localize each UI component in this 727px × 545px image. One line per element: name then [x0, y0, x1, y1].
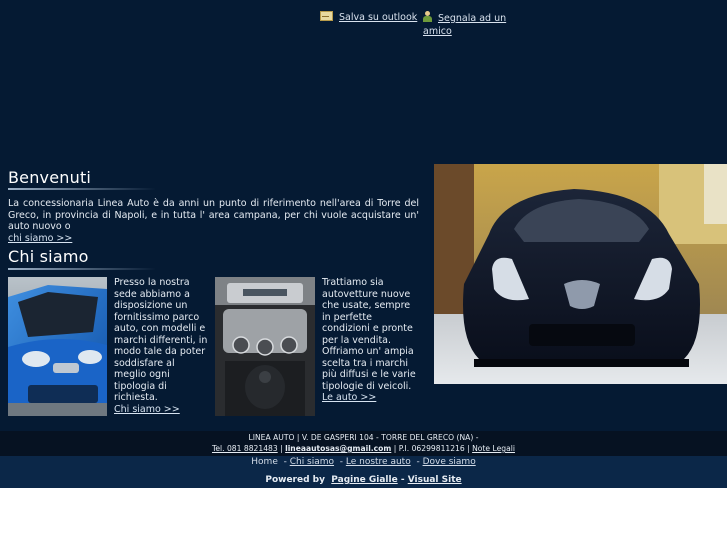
footer-separator: | — [277, 444, 286, 453]
welcome-text: La concessionaria Linea Auto è da anni u… — [8, 198, 419, 232]
welcome-chi-siamo-link[interactable]: chi siamo >> — [8, 233, 72, 244]
save-outlook-link[interactable]: Salva su outlook — [320, 11, 417, 24]
nav-links: Home - Chi siamo - Le nostre auto - Dove… — [251, 457, 476, 467]
powered-by-dash: - — [397, 475, 408, 485]
about-col2-text-2: Offriamo un' ampia scelta tra i marchi p… — [322, 346, 416, 392]
envelope-icon — [320, 11, 333, 21]
nav-le-nostre-auto[interactable]: Le nostre auto — [346, 457, 411, 467]
person-icon — [423, 11, 432, 22]
blue-car-illustration — [8, 277, 107, 416]
featured-car-photo — [434, 164, 727, 384]
about-col2-text-1: Trattiamo sia autovetture nuove che usat… — [322, 277, 413, 346]
interior-illustration — [215, 277, 315, 416]
about-col2-block: Trattiamo sia autovetture nuove che usat… — [322, 277, 418, 404]
welcome-text-block: La concessionaria Linea Auto è da anni u… — [8, 198, 419, 244]
welcome-title-rule — [8, 188, 156, 190]
save-outlook-label[interactable]: Salva su outlook — [339, 12, 417, 23]
footer-email-link[interactable]: lineaautosas@gmail.com — [285, 444, 391, 453]
footer-info: LINEA AUTO | V. DE GASPERI 104 - TORRE D… — [0, 431, 727, 457]
about-title: Chi siamo — [8, 247, 89, 266]
bottom-nav: Home - Chi siamo - Le nostre auto - Dove… — [0, 456, 727, 488]
nav-chi-siamo[interactable]: Chi siamo — [290, 457, 334, 467]
powered-by: Powered by Pagine Gialle - Visual Site — [0, 475, 727, 485]
footer-phone-link[interactable]: Tel. 081 8821483 — [212, 444, 278, 453]
footer-vat: | P.I. 06299811216 | — [391, 444, 473, 453]
footer-legal-link[interactable]: Note Legali — [472, 444, 515, 453]
recommend-friend-link[interactable]: Segnala ad un amico — [423, 11, 506, 38]
recommend-friend-label-1[interactable]: Segnala ad un — [438, 13, 506, 24]
nav-dove-siamo[interactable]: Dove siamo — [423, 457, 476, 467]
recommend-friend-label-2[interactable]: amico — [423, 26, 452, 37]
footer-address: LINEA AUTO | V. DE GASPERI 104 - TORRE D… — [248, 433, 479, 442]
about-col2-link[interactable]: Le auto >> — [322, 392, 376, 403]
nav-home[interactable]: Home — [251, 457, 278, 467]
featured-car-illustration — [434, 164, 727, 384]
footer-contacts: Tel. 081 8821483 | lineaautosas@gmail.co… — [0, 443, 727, 454]
about-col1-block: Presso la nostra sede abbiamo a disposiz… — [114, 277, 208, 415]
pagine-gialle-link[interactable]: Pagine Gialle — [331, 475, 397, 485]
about-col1-text: Presso la nostra sede abbiamo a disposiz… — [114, 277, 208, 403]
powered-by-label: Powered by — [265, 475, 325, 485]
page: Salva su outlook Segnala ad un amico Ben… — [0, 0, 727, 545]
interior-photo — [215, 277, 315, 416]
visual-site-link[interactable]: Visual Site — [408, 475, 462, 485]
welcome-title: Benvenuti — [8, 168, 92, 187]
about-col1-link[interactable]: Chi siamo >> — [114, 404, 180, 415]
about-title-rule — [8, 268, 156, 270]
main-content: Salva su outlook Segnala ad un amico Ben… — [0, 0, 727, 431]
blue-car-photo — [8, 277, 107, 416]
